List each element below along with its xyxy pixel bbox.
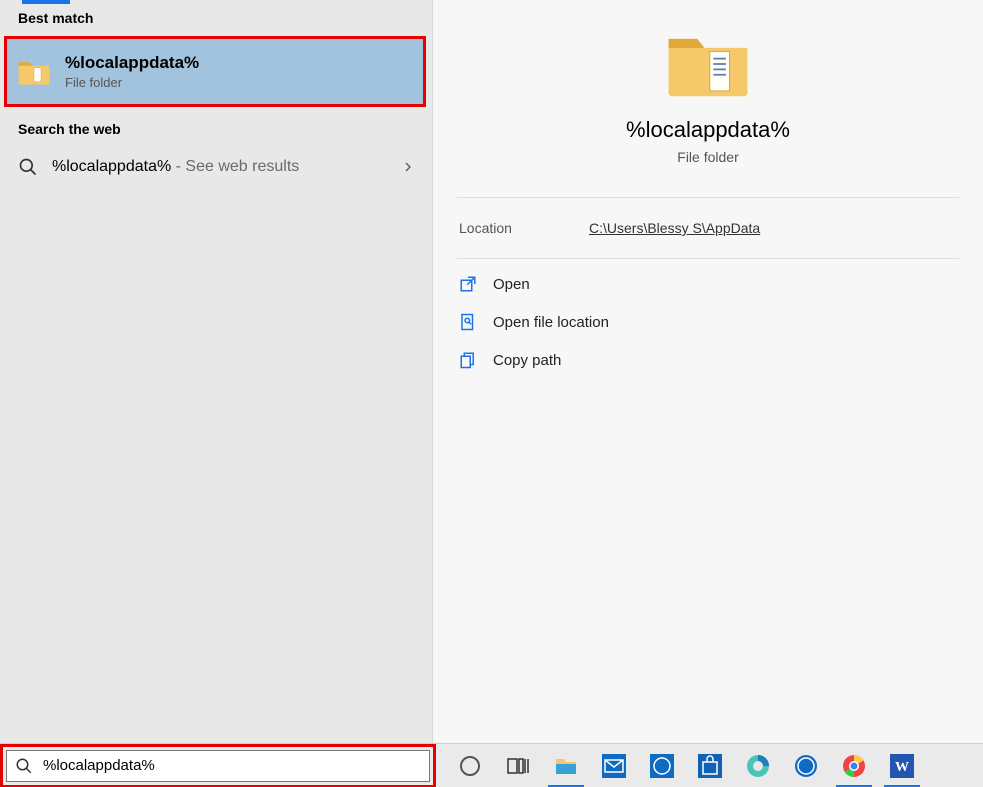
taskbar-store[interactable] bbox=[686, 744, 734, 787]
taskbar-cortana[interactable] bbox=[446, 744, 494, 787]
taskbar-dell-update[interactable] bbox=[782, 744, 830, 787]
chevron-right-icon bbox=[402, 161, 414, 173]
main-area: Best match %localappdata% File folder Se… bbox=[0, 0, 983, 743]
open-icon bbox=[459, 275, 477, 293]
best-match-title: %localappdata% bbox=[65, 53, 199, 73]
svg-text:W: W bbox=[895, 760, 909, 775]
taskbar-dell[interactable] bbox=[638, 744, 686, 787]
taskbar-apps: W bbox=[446, 744, 926, 787]
preview-actions: Open Open file location Copy path bbox=[433, 259, 983, 379]
preview-header: %localappdata% File folder bbox=[433, 0, 983, 165]
taskbar-edge[interactable] bbox=[734, 744, 782, 787]
folder-icon bbox=[17, 58, 51, 86]
windows-search-panel: Best match %localappdata% File folder Se… bbox=[0, 0, 983, 787]
search-icon bbox=[15, 757, 33, 775]
preview-subtitle: File folder bbox=[433, 149, 983, 165]
taskbar-mail[interactable] bbox=[590, 744, 638, 787]
web-result-text: %localappdata% - See web results bbox=[52, 158, 402, 176]
action-open-location[interactable]: Open file location bbox=[459, 303, 983, 341]
file-explorer-icon bbox=[554, 754, 578, 778]
folder-icon bbox=[665, 28, 751, 100]
chrome-icon bbox=[842, 754, 866, 778]
location-label: Location bbox=[459, 220, 589, 236]
dell-icon bbox=[650, 754, 674, 778]
cortana-icon bbox=[460, 756, 480, 776]
word-icon: W bbox=[890, 754, 914, 778]
web-result-title: %localappdata% bbox=[52, 158, 171, 175]
best-match-subtitle: File folder bbox=[65, 75, 199, 90]
location-row: Location C:\Users\Blessy S\AppData bbox=[433, 198, 983, 258]
web-search-result[interactable]: %localappdata% - See web results bbox=[0, 145, 432, 189]
preview-panel: %localappdata% File folder Location C:\U… bbox=[433, 0, 983, 743]
action-open[interactable]: Open bbox=[459, 265, 983, 303]
action-label: Open bbox=[493, 276, 530, 293]
annotation-highlight-2 bbox=[0, 744, 436, 787]
action-label: Copy path bbox=[493, 352, 561, 369]
active-filter-indicator bbox=[22, 0, 70, 4]
best-match-texts: %localappdata% File folder bbox=[65, 53, 199, 90]
taskbar-file-explorer[interactable] bbox=[542, 744, 590, 787]
action-label: Open file location bbox=[493, 314, 609, 331]
copy-path-icon bbox=[459, 351, 477, 369]
taskbar-chrome[interactable] bbox=[830, 744, 878, 787]
search-icon bbox=[18, 157, 38, 177]
web-result-suffix: - See web results bbox=[171, 158, 299, 175]
taskbar: W bbox=[0, 743, 983, 787]
results-panel: Best match %localappdata% File folder Se… bbox=[0, 0, 433, 743]
action-copy-path[interactable]: Copy path bbox=[459, 341, 983, 379]
mail-icon bbox=[602, 754, 626, 778]
edge-icon bbox=[746, 754, 770, 778]
taskbar-word[interactable]: W bbox=[878, 744, 926, 787]
search-input[interactable] bbox=[41, 757, 429, 774]
taskbar-task-view[interactable] bbox=[494, 744, 542, 787]
preview-title: %localappdata% bbox=[433, 117, 983, 143]
best-match-header: Best match bbox=[0, 0, 432, 34]
location-path-link[interactable]: C:\Users\Blessy S\AppData bbox=[589, 220, 760, 236]
store-icon bbox=[698, 754, 722, 778]
search-web-header: Search the web bbox=[0, 111, 432, 145]
taskbar-search-box[interactable] bbox=[6, 750, 430, 782]
best-match-result[interactable]: %localappdata% File folder bbox=[7, 39, 423, 104]
annotation-highlight-1: %localappdata% File folder bbox=[4, 36, 426, 107]
task-view-icon bbox=[506, 754, 530, 778]
open-location-icon bbox=[459, 313, 477, 331]
dell-update-icon bbox=[794, 754, 818, 778]
